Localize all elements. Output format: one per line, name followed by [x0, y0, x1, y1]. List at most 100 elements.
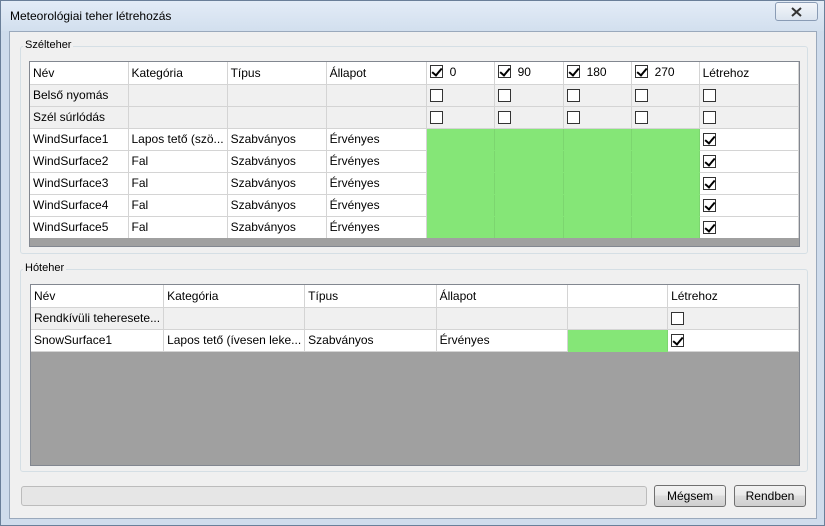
snow-column-header[interactable]: Kategória: [163, 285, 306, 308]
direction-checkbox[interactable]: [497, 89, 511, 103]
column-label: Létrehoz: [702, 65, 750, 80]
direction-90-checkbox[interactable]: [497, 65, 511, 78]
empty-cell: [326, 84, 427, 107]
direction-cell: [631, 84, 700, 107]
wind-column-header[interactable]: Kategória: [128, 62, 228, 85]
valid-direction-cell: [426, 216, 495, 239]
cell-category: Fal: [128, 194, 228, 217]
wind-column-header[interactable]: 270: [631, 62, 700, 85]
create-checkbox[interactable]: [702, 111, 716, 125]
valid-direction-cell: [426, 128, 495, 151]
cell-type: Szabványos: [227, 216, 327, 239]
empty-cell: [326, 106, 427, 129]
wind-grid-empty-area: [30, 238, 799, 246]
direction-270-checkbox[interactable]: [634, 65, 648, 78]
create-cell: [699, 194, 799, 217]
create-checkbox[interactable]: [702, 221, 716, 235]
snow-column-header[interactable]: Létrehoz: [667, 285, 799, 308]
close-button[interactable]: [775, 2, 818, 21]
valid-cell: [567, 329, 669, 352]
direction-label: 180: [586, 64, 607, 79]
create-cell: [699, 128, 799, 151]
cell-type: Szabványos: [227, 172, 327, 195]
wind-column-header[interactable]: 90: [494, 62, 564, 85]
create-checkbox[interactable]: [702, 177, 716, 191]
create-checkbox[interactable]: [702, 89, 716, 103]
cell-status: Érvényes: [326, 172, 427, 195]
wind-special-row: Belső nyomás: [30, 84, 799, 107]
empty-cell: [163, 307, 306, 330]
empty-cell: [436, 307, 568, 330]
create-checkbox[interactable]: [671, 312, 685, 326]
create-checkbox[interactable]: [702, 133, 716, 147]
dialog-client: Szélteher Név Kategória Típus Állapot 0 90 180…: [9, 31, 817, 519]
cell-category: Lapos tető (szö...: [128, 128, 228, 151]
table-row[interactable]: WindSurface4 Fal Szabványos Érvényes: [30, 194, 799, 217]
wind-column-header[interactable]: Név: [30, 62, 129, 85]
cell-type: Szabványos: [227, 194, 327, 217]
snow-column-header[interactable]: Típus: [304, 285, 437, 308]
cell-name: WindSurface2: [30, 150, 129, 173]
valid-direction-cell: [494, 172, 564, 195]
direction-label: 0: [449, 64, 457, 79]
valid-direction-cell: [631, 172, 700, 195]
direction-0-checkbox[interactable]: [429, 65, 443, 78]
valid-direction-cell: [563, 194, 632, 217]
direction-checkbox[interactable]: [497, 111, 511, 125]
snow-table: Név Kategória Típus Állapot Létrehoz Rendkívü…: [31, 285, 799, 352]
dialog-window: Meteorológiai teher létrehozás Szélteher…: [0, 0, 825, 526]
valid-direction-cell: [631, 128, 700, 151]
ok-button[interactable]: Rendben: [734, 485, 806, 507]
wind-column-header[interactable]: 0: [426, 62, 495, 85]
create-checkbox[interactable]: [671, 334, 685, 348]
column-label: Típus: [230, 65, 261, 80]
create-checkbox[interactable]: [702, 155, 716, 169]
direction-cell: [494, 84, 564, 107]
table-row[interactable]: SnowSurface1 Lapos tető (ívesen leke... Sz…: [31, 329, 799, 352]
wind-column-header[interactable]: 180: [563, 62, 632, 85]
wind-column-header[interactable]: Létrehoz: [699, 62, 799, 85]
snow-column-header[interactable]: Állapot: [436, 285, 568, 308]
snow-column-header[interactable]: [567, 285, 669, 308]
empty-cell: [567, 307, 669, 330]
table-row[interactable]: WindSurface2 Fal Szabványos Érvényes: [30, 150, 799, 173]
create-cell: [699, 172, 799, 195]
snow-load-grid: Név Kategória Típus Állapot Létrehoz Rendkívü…: [30, 284, 800, 466]
direction-cell: [563, 84, 632, 107]
valid-direction-cell: [631, 216, 700, 239]
table-row[interactable]: WindSurface5 Fal Szabványos Érvényes: [30, 216, 799, 239]
cancel-button[interactable]: Mégsem: [654, 485, 726, 507]
cell-type: Szabványos: [227, 128, 327, 151]
create-checkbox[interactable]: [702, 199, 716, 213]
cell-category: Fal: [128, 150, 228, 173]
column-label: Kategória: [167, 288, 219, 303]
valid-direction-cell: [631, 150, 700, 173]
direction-checkbox[interactable]: [566, 111, 580, 125]
wind-load-grid: Név Kategória Típus Állapot 0 90 180 270 Létreho…: [29, 61, 800, 247]
create-cell: [699, 84, 799, 107]
cell-name: WindSurface3: [30, 172, 129, 195]
snow-header-row: Név Kategória Típus Állapot Létrehoz: [31, 285, 799, 308]
wind-column-header[interactable]: Típus: [227, 62, 327, 85]
cell-category: Fal: [128, 216, 228, 239]
wind-column-header[interactable]: Állapot: [326, 62, 427, 85]
direction-180-checkbox[interactable]: [566, 65, 580, 78]
snow-special-row: Rendkívüli teheresete...: [31, 307, 799, 330]
direction-checkbox[interactable]: [566, 89, 580, 103]
create-cell: [699, 216, 799, 239]
direction-checkbox[interactable]: [429, 89, 443, 103]
snow-column-header[interactable]: Név: [31, 285, 165, 308]
table-row[interactable]: WindSurface1 Lapos tető (szö... Szabványos…: [30, 128, 799, 151]
cell-name: WindSurface4: [30, 194, 129, 217]
direction-checkbox[interactable]: [634, 89, 648, 103]
table-row[interactable]: WindSurface3 Fal Szabványos Érvényes: [30, 172, 799, 195]
cell-type: Szabványos: [304, 329, 437, 352]
direction-checkbox[interactable]: [429, 111, 443, 125]
valid-direction-cell: [563, 150, 632, 173]
empty-cell: [227, 84, 327, 107]
title-bar[interactable]: Meteorológiai teher létrehozás: [1, 1, 824, 31]
direction-label: 270: [654, 64, 675, 79]
cell-name: SnowSurface1: [31, 329, 165, 352]
wind-group-label: Szélteher: [23, 39, 74, 51]
direction-checkbox[interactable]: [634, 111, 648, 125]
